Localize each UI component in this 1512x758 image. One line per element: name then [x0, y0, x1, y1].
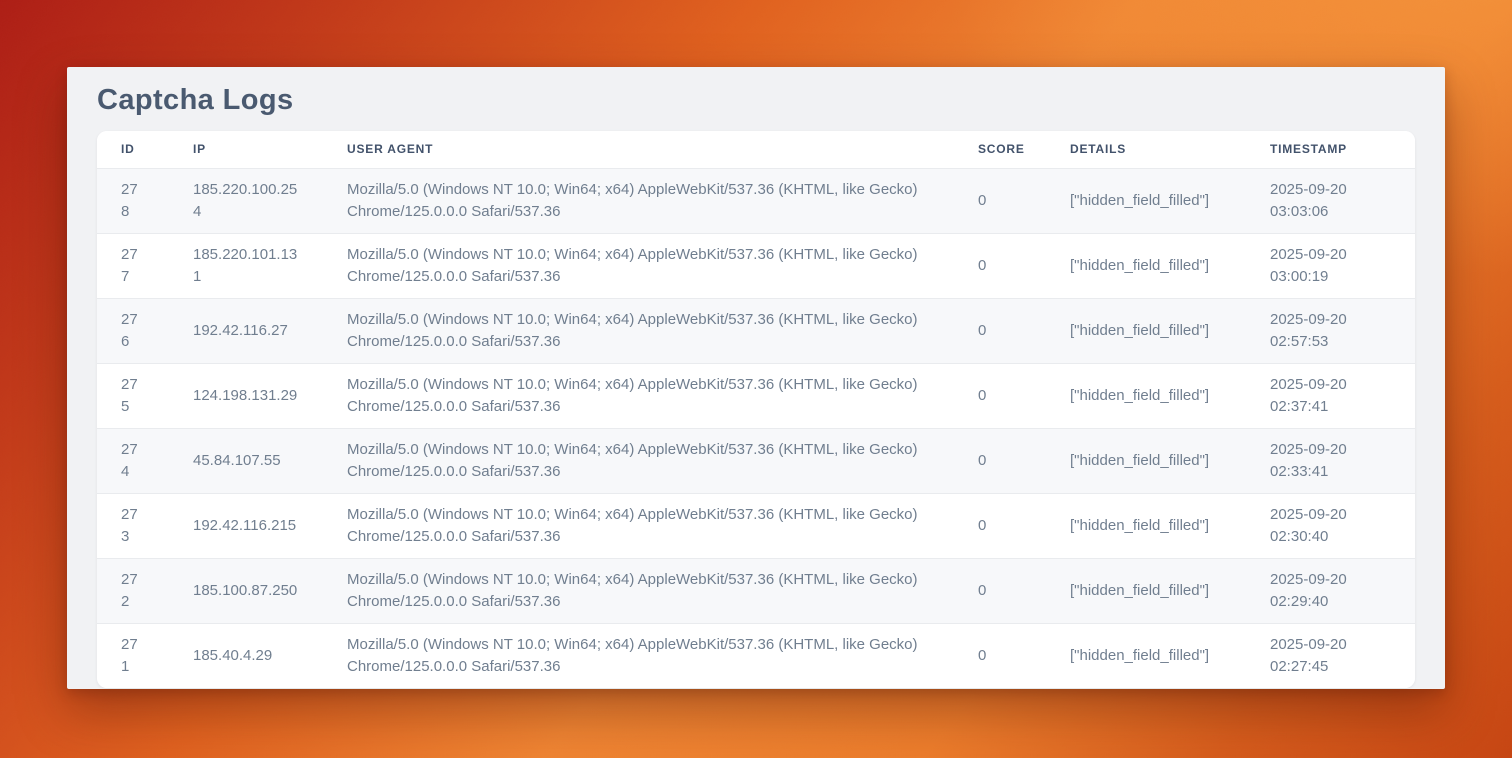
cell-user_agent: Mozilla/5.0 (Windows NT 10.0; Win64; x64… — [323, 168, 954, 233]
cell-ip: 45.84.107.55 — [169, 428, 323, 493]
cell-details: ["hidden_field_filled"] — [1046, 233, 1246, 298]
cell-ip: 185.220.100.254 — [169, 168, 323, 233]
table-row: 271185.40.4.29Mozilla/5.0 (Windows NT 10… — [97, 623, 1415, 688]
cell-user_agent: Mozilla/5.0 (Windows NT 10.0; Win64; x64… — [323, 558, 954, 623]
column-header-ip: IP — [169, 131, 323, 168]
logs-table-body: 278185.220.100.254Mozilla/5.0 (Windows N… — [97, 168, 1415, 688]
table-row: 278185.220.100.254Mozilla/5.0 (Windows N… — [97, 168, 1415, 233]
cell-user_agent: Mozilla/5.0 (Windows NT 10.0; Win64; x64… — [323, 428, 954, 493]
logs-table-container: IDIPUSER AGENTSCOREDETAILSTIMESTAMP 2781… — [97, 131, 1415, 688]
cell-id: 277 — [97, 233, 169, 298]
table-row: 27445.84.107.55Mozilla/5.0 (Windows NT 1… — [97, 428, 1415, 493]
cell-timestamp: 2025-09-20 03:00:19 — [1246, 233, 1415, 298]
cell-user_agent: Mozilla/5.0 (Windows NT 10.0; Win64; x64… — [323, 623, 954, 688]
cell-id: 274 — [97, 428, 169, 493]
table-row: 272185.100.87.250Mozilla/5.0 (Windows NT… — [97, 558, 1415, 623]
cell-timestamp: 2025-09-20 02:37:41 — [1246, 363, 1415, 428]
column-header-details: DETAILS — [1046, 131, 1246, 168]
cell-score: 0 — [954, 623, 1046, 688]
cell-ip: 192.42.116.215 — [169, 493, 323, 558]
table-row: 273192.42.116.215Mozilla/5.0 (Windows NT… — [97, 493, 1415, 558]
cell-id: 278 — [97, 168, 169, 233]
cell-timestamp: 2025-09-20 02:57:53 — [1246, 298, 1415, 363]
cell-details: ["hidden_field_filled"] — [1046, 428, 1246, 493]
cell-score: 0 — [954, 233, 1046, 298]
cell-user_agent: Mozilla/5.0 (Windows NT 10.0; Win64; x64… — [323, 493, 954, 558]
cell-details: ["hidden_field_filled"] — [1046, 623, 1246, 688]
table-header-row: IDIPUSER AGENTSCOREDETAILSTIMESTAMP — [97, 131, 1415, 168]
cell-score: 0 — [954, 558, 1046, 623]
column-header-id: ID — [97, 131, 169, 168]
logs-table: IDIPUSER AGENTSCOREDETAILSTIMESTAMP 2781… — [97, 131, 1415, 688]
cell-id: 272 — [97, 558, 169, 623]
cell-id: 271 — [97, 623, 169, 688]
cell-timestamp: 2025-09-20 02:29:40 — [1246, 558, 1415, 623]
cell-ip: 185.100.87.250 — [169, 558, 323, 623]
cell-timestamp: 2025-09-20 02:33:41 — [1246, 428, 1415, 493]
table-row: 277185.220.101.131Mozilla/5.0 (Windows N… — [97, 233, 1415, 298]
table-row: 275124.198.131.29Mozilla/5.0 (Windows NT… — [97, 363, 1415, 428]
cell-details: ["hidden_field_filled"] — [1046, 363, 1246, 428]
cell-id: 275 — [97, 363, 169, 428]
cell-id: 276 — [97, 298, 169, 363]
cell-score: 0 — [954, 428, 1046, 493]
cell-ip: 124.198.131.29 — [169, 363, 323, 428]
logs-table-head: IDIPUSER AGENTSCOREDETAILSTIMESTAMP — [97, 131, 1415, 168]
column-header-timestamp: TIMESTAMP — [1246, 131, 1415, 168]
cell-details: ["hidden_field_filled"] — [1046, 168, 1246, 233]
table-row: 276192.42.116.27Mozilla/5.0 (Windows NT … — [97, 298, 1415, 363]
cell-timestamp: 2025-09-20 02:27:45 — [1246, 623, 1415, 688]
cell-id: 273 — [97, 493, 169, 558]
cell-user_agent: Mozilla/5.0 (Windows NT 10.0; Win64; x64… — [323, 298, 954, 363]
column-header-score: SCORE — [954, 131, 1046, 168]
cell-timestamp: 2025-09-20 03:03:06 — [1246, 168, 1415, 233]
cell-score: 0 — [954, 363, 1046, 428]
cell-ip: 185.40.4.29 — [169, 623, 323, 688]
page-title: Captcha Logs — [67, 67, 1445, 118]
cell-score: 0 — [954, 168, 1046, 233]
column-header-user_agent: USER AGENT — [323, 131, 954, 168]
cell-score: 0 — [954, 493, 1046, 558]
cell-user_agent: Mozilla/5.0 (Windows NT 10.0; Win64; x64… — [323, 233, 954, 298]
cell-user_agent: Mozilla/5.0 (Windows NT 10.0; Win64; x64… — [323, 363, 954, 428]
cell-details: ["hidden_field_filled"] — [1046, 493, 1246, 558]
cell-ip: 185.220.101.131 — [169, 233, 323, 298]
cell-score: 0 — [954, 298, 1046, 363]
captcha-logs-card: Captcha Logs IDIPUSER AGENTSCOREDETAILST… — [67, 67, 1445, 689]
cell-details: ["hidden_field_filled"] — [1046, 558, 1246, 623]
cell-timestamp: 2025-09-20 02:30:40 — [1246, 493, 1415, 558]
cell-ip: 192.42.116.27 — [169, 298, 323, 363]
cell-details: ["hidden_field_filled"] — [1046, 298, 1246, 363]
